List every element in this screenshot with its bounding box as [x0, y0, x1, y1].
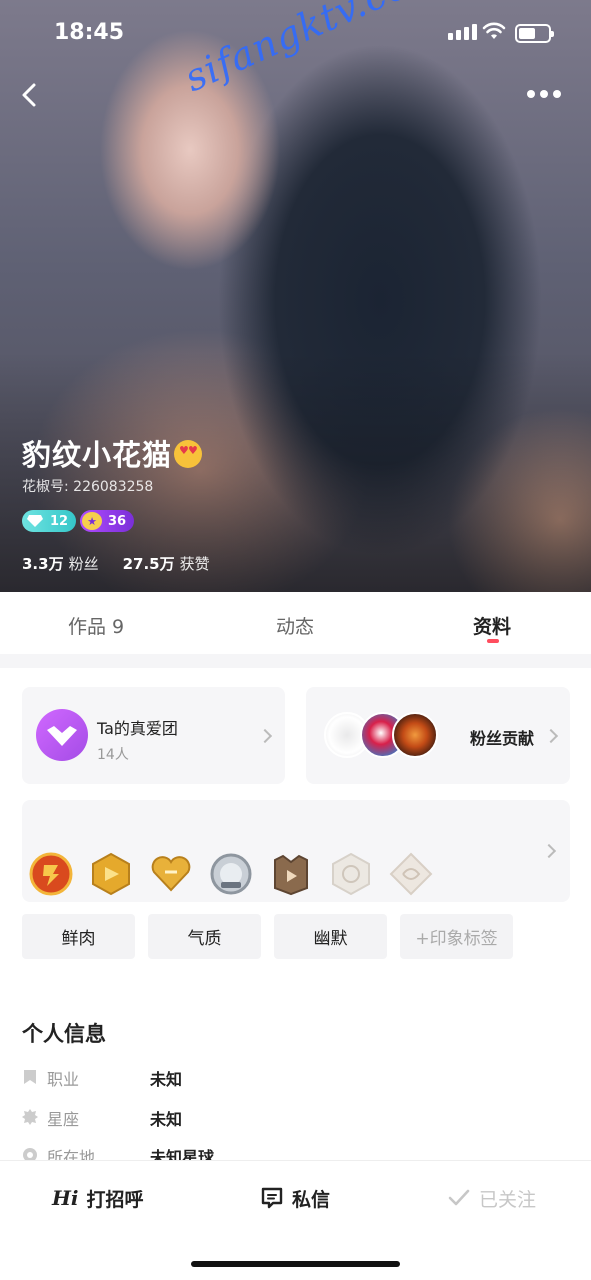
- battery-icon: [515, 24, 554, 43]
- fans-contribution-card[interactable]: 粉丝贡献: [306, 687, 570, 784]
- heart-eyes-emoji-icon: [174, 440, 203, 468]
- greet-label: 打招呼: [86, 1188, 144, 1211]
- message-label: 私信: [292, 1188, 331, 1211]
- uid-label: 花椒号:: [22, 479, 69, 495]
- profile-cover-photo: [0, 0, 591, 592]
- chevron-right-icon: [541, 843, 557, 859]
- fans-count: 3.3万: [22, 555, 64, 573]
- nickname-text: 豹纹小花猫: [22, 438, 173, 472]
- profile-nickname: 豹纹小花猫: [22, 432, 203, 474]
- hi-icon: Hi: [52, 1186, 79, 1210]
- star-icon: ★: [82, 512, 102, 530]
- bookmark-icon: [24, 1070, 36, 1084]
- diamond-level-value: 12: [50, 513, 69, 529]
- fan-club-heart-icon: [36, 709, 88, 761]
- status-time: 18:45: [54, 20, 125, 45]
- more-options-button[interactable]: [527, 80, 567, 108]
- checkmark-icon: [448, 1189, 470, 1206]
- wifi-icon: [482, 22, 506, 39]
- tag-item[interactable]: 鲜肉: [22, 914, 135, 959]
- fans-stat[interactable]: 3.3万 粉丝: [22, 553, 99, 574]
- status-bar: 18:45: [0, 0, 591, 70]
- medal-2-icon: [92, 852, 130, 896]
- medal-4-icon: [210, 853, 252, 895]
- info-row-occupation: 职业 未知: [22, 1065, 422, 1089]
- info-value: 未知: [150, 1110, 183, 1129]
- star-level-value: 36: [108, 513, 127, 529]
- fan-avatar-3: [392, 712, 438, 758]
- info-value: 未知: [150, 1070, 183, 1089]
- chevron-right-icon: [543, 728, 559, 744]
- fan-club-card[interactable]: Ta的真爱团 14人: [22, 687, 285, 784]
- likes-label: 获赞: [179, 555, 210, 573]
- medal-3-icon: [151, 856, 191, 892]
- gear-star-icon: [22, 1109, 38, 1125]
- info-label: 星座: [47, 1110, 80, 1129]
- fans-contribution-label: 粉丝贡献: [470, 729, 535, 748]
- profile-stats: 3.3万 粉丝 27.5万 获赞: [22, 553, 210, 574]
- fan-club-title: Ta的真爱团: [97, 719, 178, 738]
- diamond-level-badge[interactable]: 12: [22, 510, 76, 532]
- add-tag-button[interactable]: +印象标签: [400, 914, 513, 959]
- followed-button[interactable]: 已关注: [447, 1183, 536, 1213]
- chat-bubble-icon: [261, 1187, 283, 1209]
- medal-7-icon: [389, 852, 433, 896]
- tab-profile-info[interactable]: 资料: [473, 612, 511, 639]
- medal-5-icon: [274, 854, 308, 896]
- diamond-icon: [26, 514, 44, 528]
- tab-works[interactable]: 作品 9: [68, 612, 124, 639]
- home-indicator: [191, 1261, 400, 1267]
- cellular-signal-icon: [448, 24, 477, 40]
- info-row-zodiac: 星座 未知: [22, 1105, 422, 1129]
- tab-moments[interactable]: 动态: [276, 612, 314, 639]
- likes-stat[interactable]: 27.5万 获赞: [123, 553, 210, 574]
- fans-label: 粉丝: [68, 555, 99, 573]
- medal-1-icon: [29, 852, 73, 896]
- greet-button[interactable]: Hi 打招呼: [52, 1183, 144, 1213]
- medal-6-icon: [332, 852, 370, 896]
- followed-label: 已关注: [479, 1188, 537, 1211]
- personal-info-title: 个人信息: [22, 1022, 106, 1046]
- chevron-right-icon: [257, 728, 273, 744]
- star-level-badge[interactable]: ★ 36: [80, 510, 134, 532]
- uid-value: 226083258: [73, 479, 154, 495]
- message-button[interactable]: 私信: [260, 1183, 330, 1213]
- active-tab-indicator: [487, 639, 499, 643]
- info-label: 职业: [47, 1070, 80, 1089]
- profile-uid: 花椒号: 226083258: [22, 476, 153, 496]
- tag-item[interactable]: 气质: [148, 914, 261, 959]
- likes-count: 27.5万: [122, 555, 175, 573]
- tag-item[interactable]: 幽默: [274, 914, 387, 959]
- profile-tabs: 作品 9 动态 资料: [0, 592, 591, 654]
- fan-club-members: 14人: [97, 747, 129, 763]
- back-arrow-icon[interactable]: [16, 78, 46, 112]
- section-divider: [0, 654, 591, 668]
